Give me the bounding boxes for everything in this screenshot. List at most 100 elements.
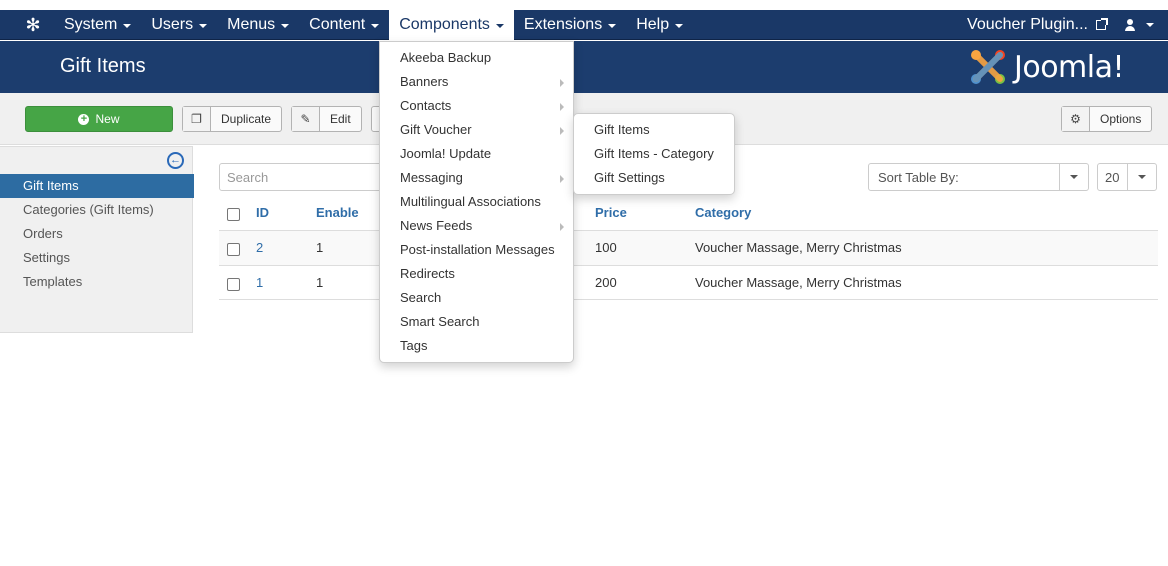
- menu-content[interactable]: Content: [299, 10, 389, 40]
- external-link-icon: [1096, 18, 1108, 30]
- submenu-item-gift-settings[interactable]: Gift Settings: [574, 166, 734, 190]
- caret-down-icon: [199, 24, 208, 28]
- new-button[interactable]: + New: [25, 106, 173, 132]
- chevron-right-icon: [560, 127, 564, 135]
- submenu-item-gift-items[interactable]: Gift Items: [574, 118, 734, 142]
- edit-button[interactable]: ✎ Edit: [291, 106, 362, 132]
- row-checkbox[interactable]: [227, 243, 240, 256]
- menu-content-label: Content: [309, 16, 366, 33]
- caret-down-icon: [1146, 23, 1154, 27]
- row-id-link[interactable]: 1: [256, 266, 263, 300]
- sidebar-item-settings[interactable]: Settings: [0, 246, 194, 270]
- chevron-right-icon: [560, 175, 564, 183]
- menu-menus[interactable]: Menus: [217, 10, 299, 40]
- menu-item-joomla-update[interactable]: Joomla! Update: [380, 142, 573, 166]
- select-all-checkbox[interactable]: [227, 208, 240, 221]
- row-id-link[interactable]: 2: [256, 231, 263, 265]
- caret-down-icon: [608, 24, 617, 28]
- column-price[interactable]: Price: [595, 196, 627, 230]
- menu-item-tags[interactable]: Tags: [380, 334, 573, 358]
- menu-extensions[interactable]: Extensions: [514, 10, 626, 40]
- menu-item-label: Search: [400, 290, 442, 305]
- sidebar-item-templates[interactable]: Templates: [0, 270, 194, 294]
- sidebar-item-categories[interactable]: Categories (Gift Items): [0, 198, 194, 222]
- chevron-right-icon: [560, 223, 564, 231]
- menu-item-redirects[interactable]: Redirects: [380, 262, 573, 286]
- gear-icon: ⚙: [1062, 107, 1090, 131]
- top-strip: [0, 0, 1168, 10]
- row-checkbox[interactable]: [227, 278, 240, 291]
- sidebar-item-gift-items[interactable]: Gift Items: [0, 174, 194, 198]
- table-row: 2 1 100 Voucher Massage, Merry Christmas: [219, 230, 1158, 265]
- table-header: ID Enable Price Category: [219, 196, 1158, 230]
- menu-item-label: Joomla! Update: [400, 146, 492, 161]
- joomla-logo-text: Joomla!: [1014, 49, 1125, 85]
- gift-voucher-submenu: Gift Items Gift Items - Category Gift Se…: [573, 113, 735, 195]
- menu-item-label: Contacts: [400, 98, 452, 113]
- caret-down-icon: [1127, 164, 1156, 190]
- page-header: Gift Items Joomla!: [0, 41, 1168, 93]
- site-link-label: Voucher Plugin...: [967, 16, 1088, 33]
- menu-components[interactable]: Components: [389, 10, 514, 40]
- submenu-item-gift-items-category[interactable]: Gift Items - Category: [574, 142, 734, 166]
- user-icon: [1124, 19, 1136, 31]
- menu-item-gift-voucher[interactable]: Gift Voucher: [380, 118, 573, 142]
- menu-item-messaging[interactable]: Messaging: [380, 166, 573, 190]
- collapse-sidebar-icon[interactable]: ←: [167, 152, 184, 169]
- copy-icon: ❐: [183, 107, 211, 131]
- sidebar: ← Gift Items Categories (Gift Items) Ord…: [0, 146, 194, 333]
- options-button[interactable]: ⚙ Options: [1061, 106, 1153, 132]
- table-row: 1 1 200 Voucher Massage, Merry Christmas: [219, 265, 1158, 300]
- caret-down-icon: [495, 24, 504, 28]
- menu-system[interactable]: System: [54, 10, 141, 40]
- page-title: Gift Items: [60, 55, 146, 77]
- menu-item-label: Messaging: [400, 170, 463, 185]
- menu-item-label: Multilingual Associations: [400, 194, 541, 209]
- menu-item-post-installation-messages[interactable]: Post-installation Messages: [380, 238, 573, 262]
- menu-item-label: Akeeba Backup: [400, 50, 492, 65]
- menu-help-label: Help: [636, 16, 670, 33]
- caret-down-icon: [1059, 164, 1088, 190]
- column-enable[interactable]: Enable: [316, 196, 359, 230]
- caret-down-icon: [281, 24, 290, 28]
- menu-item-news-feeds[interactable]: News Feeds: [380, 214, 573, 238]
- column-id[interactable]: ID: [256, 196, 269, 230]
- user-menu[interactable]: [1120, 19, 1158, 31]
- new-button-label: New: [95, 112, 120, 126]
- column-category[interactable]: Category: [695, 196, 751, 230]
- admin-navbar: ✻ System Users Menus Content Components …: [0, 10, 1168, 40]
- menu-item-multilingual-associations[interactable]: Multilingual Associations: [380, 190, 573, 214]
- sort-table-select[interactable]: Sort Table By:: [868, 163, 1089, 191]
- caret-down-icon: [371, 24, 380, 28]
- row-category: Voucher Massage, Merry Christmas: [695, 275, 902, 290]
- menu-extensions-label: Extensions: [523, 16, 603, 33]
- components-dropdown: Akeeba Backup Banners Contacts Gift Vouc…: [379, 41, 574, 363]
- gift-items-table: ID Enable Price Category 2 1 100 Voucher…: [219, 196, 1158, 300]
- menu-menus-label: Menus: [227, 16, 276, 33]
- menu-item-akeeba-backup[interactable]: Akeeba Backup: [380, 46, 573, 70]
- joomla-nav-icon[interactable]: ✻: [22, 14, 44, 36]
- menu-item-label: Redirects: [400, 266, 455, 281]
- menu-item-label: Gift Voucher: [400, 122, 472, 137]
- menu-item-contacts[interactable]: Contacts: [380, 94, 573, 118]
- menu-item-banners[interactable]: Banners: [380, 70, 573, 94]
- menu-item-search[interactable]: Search: [380, 286, 573, 310]
- menu-item-label: Post-installation Messages: [400, 242, 555, 257]
- search-input[interactable]: Search: [219, 163, 389, 191]
- sidebar-item-orders[interactable]: Orders: [0, 222, 194, 246]
- list-limit-select[interactable]: 20: [1097, 163, 1157, 191]
- plus-circle-icon: +: [78, 113, 90, 125]
- chevron-right-icon: [560, 103, 564, 111]
- menu-item-label: Smart Search: [400, 314, 480, 329]
- duplicate-button[interactable]: ❐ Duplicate: [182, 106, 283, 132]
- row-category: Voucher Massage, Merry Christmas: [695, 240, 902, 255]
- joomla-logo-icon: [968, 47, 1008, 87]
- menu-components-label: Components: [399, 16, 490, 33]
- menu-help[interactable]: Help: [626, 10, 693, 40]
- site-link[interactable]: Voucher Plugin...: [953, 16, 1120, 34]
- row-enable: 1: [316, 275, 324, 290]
- menu-users[interactable]: Users: [141, 10, 217, 40]
- menu-item-smart-search[interactable]: Smart Search: [380, 310, 573, 334]
- menu-system-label: System: [64, 16, 118, 33]
- main-menu: System Users Menus Content Components Ex…: [54, 10, 693, 40]
